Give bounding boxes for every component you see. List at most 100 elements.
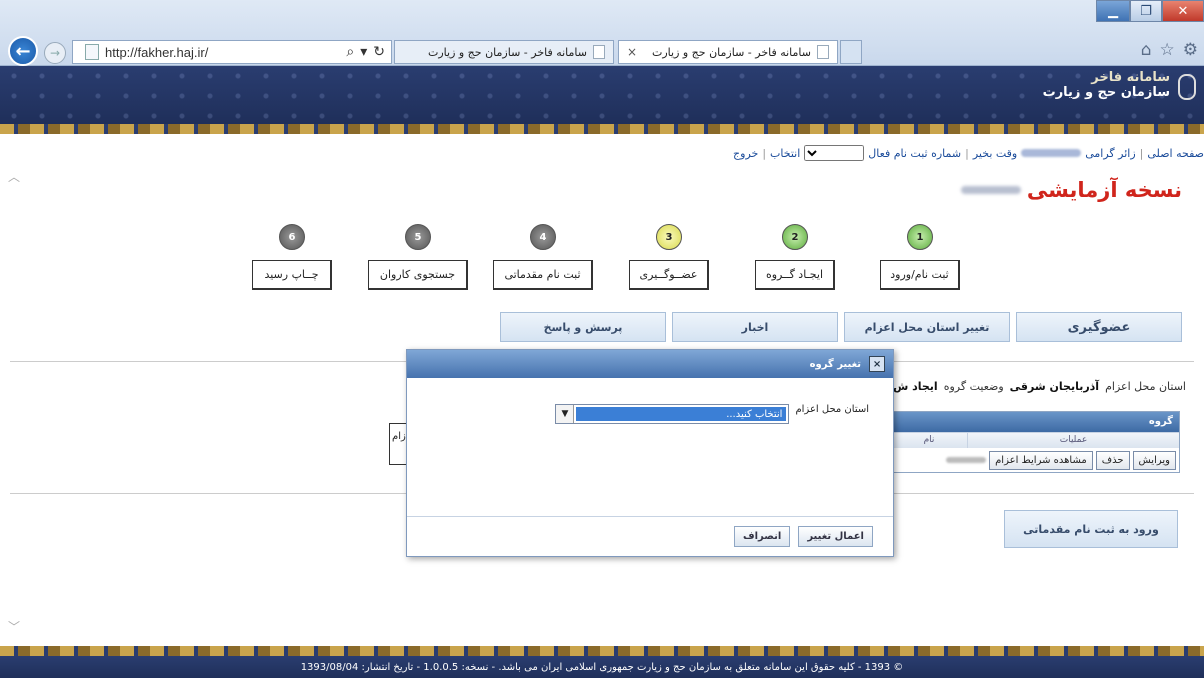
user-info-bar: صفحه اصلی | زائر گرامی وقت بخیر | شماره …	[733, 145, 1204, 161]
menu-qa[interactable]: پرسش و پاسخ	[500, 312, 666, 342]
menu-membership[interactable]: عضوگیری	[1016, 312, 1182, 342]
new-tab-button[interactable]	[840, 40, 862, 64]
dialog-close-icon[interactable]: ×	[869, 356, 885, 372]
step-4: 4 ثبت نام مقدماتی	[493, 224, 593, 290]
dropdown-icon[interactable]: ▾	[360, 44, 367, 60]
chevron-down-icon[interactable]: ▼	[556, 405, 575, 423]
ornament-strip	[0, 124, 1204, 134]
step-number: 3	[656, 224, 682, 250]
step-number: 6	[279, 224, 305, 250]
tab-label: سامانه فاخر - سازمان حج و زیارت	[651, 45, 811, 59]
step-6: 6 چــاپ رسید	[252, 224, 332, 290]
select-value: انتخاب کنید...	[576, 407, 787, 421]
cancel-button[interactable]: انصراف	[734, 526, 791, 547]
favicon-icon	[817, 45, 829, 59]
greeting-text: زائر گرامی	[1085, 146, 1136, 160]
scroll-up-icon[interactable]: ︿	[8, 168, 20, 185]
logo-line1: سامانه فاخر	[1091, 70, 1170, 85]
browser-tab-active[interactable]: × سامانه فاخر - سازمان حج و زیارت	[618, 40, 838, 64]
grid-header: عملیات نام	[891, 432, 1179, 448]
scroll-down-icon[interactable]: ﹀	[8, 618, 20, 635]
province-label: استان محل اعزام	[1105, 380, 1186, 393]
blurred-name	[1021, 149, 1082, 157]
edit-button[interactable]: ویرایش	[1132, 450, 1176, 470]
home-link[interactable]: صفحه اصلی	[1147, 147, 1204, 160]
forward-arrow-icon: →	[49, 46, 61, 60]
favorites-star-icon[interactable]: ☆	[1160, 40, 1175, 60]
province-value: آذربایجان شرقی	[1009, 380, 1100, 393]
step-number: 5	[405, 224, 431, 250]
ornament-strip	[0, 646, 1204, 656]
change-group-dialog: × تغییر گروه استان محل اعزام ▼ انتخاب کن…	[406, 349, 894, 557]
logout-link[interactable]: خروج	[733, 147, 758, 160]
delete-button[interactable]: حذف	[1095, 450, 1130, 470]
province-field: استان محل اعزام ▼ انتخاب کنید...	[555, 404, 869, 424]
step-button[interactable]: عضــوگــیری	[629, 260, 709, 290]
trial-version-title: نسخه آزمایشی	[960, 178, 1182, 202]
step-1: 1 ثبت نام/ورود	[880, 224, 960, 290]
close-window-button[interactable]: ✕	[1162, 0, 1204, 22]
step-number: 4	[530, 224, 556, 250]
table-row: ویرایش حذف مشاهده شرایط اعزام	[891, 448, 1179, 472]
step-button[interactable]: چــاپ رسید	[252, 260, 332, 290]
page-icon	[85, 44, 99, 60]
group-status-value: ایجاد ش	[893, 380, 938, 393]
select-link[interactable]: انتخاب	[770, 147, 800, 160]
prereg-entry-button[interactable]: ورود به ثبت نام مقدماتی	[1004, 510, 1178, 548]
group-grid: گروه عملیات نام ویرایش حذف مشاهده شرایط …	[890, 411, 1180, 473]
step-button[interactable]: جستجوی کاروان	[368, 260, 468, 290]
main-menu: عضوگیری تغییر استان محل اعزام اخبار پرسش…	[500, 312, 1182, 342]
reg-number-select[interactable]	[804, 145, 865, 161]
province-field-label: استان محل اعزام	[795, 404, 869, 415]
settings-gear-icon[interactable]: ⚙	[1183, 40, 1198, 60]
back-arrow-icon: ←	[15, 40, 31, 62]
province-select[interactable]: ▼ انتخاب کنید...	[555, 404, 790, 424]
greeting-end-text: وقت بخیر	[972, 146, 1018, 160]
step-2: 2 ایجـاد گــروه	[755, 224, 835, 290]
favicon-icon	[593, 45, 605, 59]
back-button[interactable]: ←	[8, 36, 38, 66]
menu-change-province[interactable]: تغییر استان محل اعزام	[844, 312, 1010, 342]
grid-title: گروه	[891, 412, 1179, 432]
step-button[interactable]: ثبت نام مقدماتی	[493, 260, 593, 290]
tab-label: سامانه فاخر - سازمان حج و زیارت	[427, 45, 587, 59]
step-button[interactable]: ایجـاد گــروه	[755, 260, 835, 290]
dialog-footer: اعمال تغییر انصراف	[407, 516, 893, 556]
logo-line2: سازمان حج و زیارت	[1042, 85, 1170, 100]
reg-number-label: شماره ثبت نام فعال	[868, 146, 962, 160]
address-bar[interactable]: http://fakher.haj.ir/ ⌕ ▾ ↻	[72, 40, 392, 64]
window-controls: ▁ ❐ ✕	[1096, 0, 1204, 22]
menu-news[interactable]: اخبار	[672, 312, 838, 342]
browser-chrome: ▁ ❐ ✕ ← → http://fakher.haj.ir/ ⌕ ▾ ↻ سا…	[0, 0, 1204, 66]
refresh-icon[interactable]: ↻	[373, 44, 385, 60]
maximize-button[interactable]: ❐	[1130, 0, 1162, 22]
step-3: 3 عضــوگــیری	[629, 224, 709, 290]
group-status-label: وضعیت گروه	[943, 380, 1004, 393]
tab-close-icon[interactable]: ×	[627, 45, 637, 59]
blurred-version	[960, 186, 1021, 194]
view-conditions-button[interactable]: مشاهده شرایط اعزام	[989, 450, 1093, 470]
group-status-row: استان محل اعزام آذربایجان شرقی وضعیت گرو…	[893, 380, 1186, 393]
apply-change-button[interactable]: اعمال تغییر	[798, 526, 873, 547]
search-icon[interactable]: ⌕	[346, 44, 354, 60]
forward-button[interactable]: →	[44, 42, 66, 64]
home-icon[interactable]: ⌂	[1141, 40, 1152, 60]
minimize-button[interactable]: ▁	[1096, 0, 1130, 22]
blurred-name	[946, 457, 987, 463]
site-logo[interactable]: سامانه فاخر سازمان حج و زیارت	[1042, 70, 1196, 100]
step-number: 1	[907, 224, 933, 250]
dialog-header: × تغییر گروه	[407, 350, 893, 378]
browser-tab[interactable]: سامانه فاخر - سازمان حج و زیارت	[394, 40, 614, 64]
step-button[interactable]: ثبت نام/ورود	[880, 260, 960, 290]
emblem-icon	[1178, 74, 1196, 100]
url-text[interactable]: http://fakher.haj.ir/	[105, 45, 346, 60]
browser-toolbar-icons: ⌂ ☆ ⚙	[1141, 40, 1198, 60]
step-number: 2	[782, 224, 808, 250]
step-5: 5 جستجوی کاروان	[368, 224, 468, 290]
dialog-title: تغییر گروه	[809, 358, 861, 370]
trial-title-text: نسخه آزمایشی	[1026, 178, 1182, 202]
site-header-banner	[0, 66, 1204, 124]
col-name: نام	[923, 435, 935, 445]
col-operations: عملیات	[967, 433, 1179, 448]
page-footer: © 1393 - کلیه حقوق این سامانه متعلق به س…	[0, 656, 1204, 678]
